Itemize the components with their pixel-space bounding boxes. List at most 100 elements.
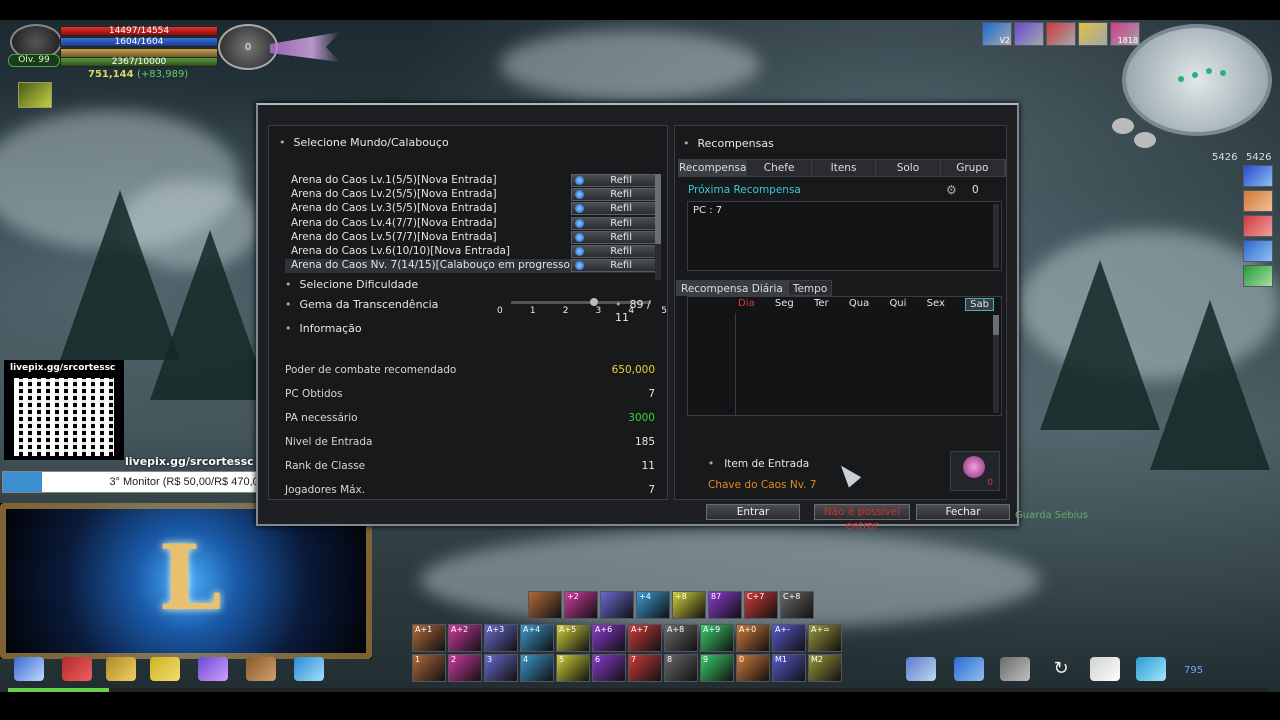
day-ter[interactable]: Ter [814, 298, 829, 311]
day-sab[interactable]: Sab [965, 298, 994, 311]
handshake-icon[interactable] [1000, 657, 1030, 681]
cannot-enter-button[interactable]: Não é possível entrar [814, 504, 910, 532]
skill-slot[interactable]: +8 [672, 591, 706, 619]
days-scroll-thumb[interactable] [993, 315, 999, 335]
skill-slot[interactable]: A+9 [700, 624, 734, 652]
skill-slot[interactable]: C+7 [744, 591, 778, 619]
skill-slot[interactable]: +2 [564, 591, 598, 619]
day-seg[interactable]: Seg [775, 298, 794, 311]
skill-slot[interactable]: A+2 [448, 624, 482, 652]
skill-slot[interactable]: A+5 [556, 624, 590, 652]
chaos-key-icon[interactable]: 0 [950, 451, 1000, 491]
enter-button[interactable]: Entrar [706, 504, 800, 520]
gift-icon[interactable] [1243, 215, 1273, 237]
skill-slot[interactable]: +4 [636, 591, 670, 619]
refil-button[interactable]: Refil [571, 174, 657, 187]
entry-item-title: Item de Entrada [708, 458, 809, 470]
chat-bubble-icon[interactable] [1112, 118, 1134, 134]
refil-orb-icon [575, 204, 584, 214]
book-icon[interactable] [954, 657, 984, 681]
world-name: Arena do Caos Lv.5(7/7)[Nova Entrada] [291, 230, 497, 243]
orb-icon[interactable] [1243, 190, 1273, 212]
world-list-scrollbar[interactable] [655, 174, 661, 280]
info-label: PC Obtidos [285, 388, 343, 400]
gear-icon[interactable]: ⚙ [946, 183, 957, 197]
difficulty-slider-knob[interactable] [590, 298, 599, 306]
tab-solo[interactable]: Solo [876, 160, 941, 176]
skill-slot[interactable]: 87 [708, 591, 742, 619]
daily-tab[interactable]: Recompensa Diária [676, 280, 788, 296]
world-row[interactable]: Arena do Caos Lv.2(5/5)[Nova Entrada] Ref… [285, 188, 661, 202]
skill-slot[interactable]: A+7 [628, 624, 662, 652]
info-label: Nivel de Entrada [285, 436, 373, 448]
gem-icon[interactable] [1136, 657, 1166, 681]
world-name: Arena do Caos Lv.6(10/10)[Nova Entrada] [291, 245, 511, 257]
horn-icon[interactable] [906, 657, 936, 681]
buff-icon-1[interactable]: V2 [982, 22, 1012, 46]
refil-button[interactable]: Refil [571, 259, 657, 273]
skill-slot[interactable]: C+8 [780, 591, 814, 619]
hand-icon[interactable] [1243, 165, 1273, 187]
skill-slot[interactable]: A+1 [412, 624, 446, 652]
web-icon[interactable] [150, 657, 180, 681]
days-scrollbar[interactable] [993, 315, 999, 413]
day-sex[interactable]: Sex [927, 298, 945, 311]
world-row[interactable]: Arena do Caos Lv.5(7/7)[Nova Entrada] Ref… [285, 230, 661, 245]
reward-tabs: Recompensa Chefe Itens Solo Grupo [678, 159, 1006, 177]
skill-slot[interactable]: A+3 [484, 624, 518, 652]
refil-button[interactable]: Refil [571, 188, 657, 202]
day-dia[interactable]: Dia [738, 298, 755, 311]
refil-button[interactable]: Refil [571, 245, 657, 258]
skill-slot[interactable]: A+- [772, 624, 806, 652]
world-row[interactable]: Arena do Caos Lv.6(10/10)[Nova Entrada] R… [285, 245, 661, 259]
tab-chefe[interactable]: Chefe [747, 160, 812, 176]
world-row[interactable]: Arena do Caos Lv.3(5/5)[Nova Entrada] Ref… [285, 202, 661, 216]
buff-icon-2[interactable] [1014, 22, 1044, 46]
tab-recompensa[interactable]: Recompensa [679, 160, 748, 176]
buff-icon-5[interactable]: 1818 [1110, 22, 1140, 46]
active-buff-icon[interactable] [18, 82, 52, 108]
refresh-icon[interactable]: ↻ [1046, 657, 1076, 681]
pc-box-scrollbar[interactable] [993, 204, 999, 268]
daily-tab[interactable]: Tempo [787, 280, 833, 296]
flag-icon[interactable] [62, 657, 92, 681]
refil-button[interactable]: Refil [571, 202, 657, 216]
world-row[interactable]: Arena do Caos Nv. 7(14/15)[Calabouço em … [285, 259, 661, 274]
skill-slot[interactable]: A+= [808, 624, 842, 652]
wings-menu-icon[interactable] [14, 657, 44, 681]
pet-icon[interactable] [1243, 265, 1273, 287]
world-row[interactable]: Arena do Caos Lv.1(5/5)[Nova Entrada] Ref… [285, 174, 661, 188]
refil-button[interactable]: Refil [571, 230, 657, 244]
gift-box-icon[interactable] [198, 657, 228, 681]
bag-icon[interactable] [246, 657, 276, 681]
rewards-title: Recompensas [683, 137, 774, 150]
day-qua[interactable]: Qua [849, 298, 869, 311]
skill-key: A+4 [523, 625, 541, 634]
buff-icon-4[interactable] [1078, 22, 1108, 46]
skill-icon[interactable] [1243, 240, 1273, 262]
minimap[interactable] [1122, 24, 1272, 136]
skill-slot[interactable] [600, 591, 634, 619]
world-row[interactable]: Arena do Caos Lv.4(7/7)[Nova Entrada] Ref… [285, 216, 661, 231]
tab-itens[interactable]: Itens [812, 160, 877, 176]
skill-slot[interactable]: A+8 [664, 624, 698, 652]
lamp-icon[interactable] [106, 657, 136, 681]
refil-button[interactable]: Refil [571, 216, 657, 230]
close-button[interactable]: Fechar [916, 504, 1010, 520]
cube-icon[interactable] [294, 657, 324, 681]
skill-slot[interactable]: A+6 [592, 624, 626, 652]
tab-grupo[interactable]: Grupo [941, 160, 1006, 176]
skill-key: A+1 [415, 625, 433, 634]
buff-icon-3[interactable] [1046, 22, 1076, 46]
letter-icon[interactable] [1090, 657, 1120, 681]
aura-disc[interactable]: 0 [218, 24, 278, 70]
info-row: Rank de Classe 11 [285, 460, 655, 474]
skill-slot[interactable]: A+4 [520, 624, 554, 652]
scroll-thumb[interactable] [655, 174, 661, 244]
day-qui[interactable]: Qui [889, 298, 906, 311]
difficulty-tick: 3 [595, 306, 602, 316]
days-row-label [688, 313, 736, 415]
mail-bubble-icon[interactable] [1134, 132, 1156, 148]
skill-slot[interactable]: A+0 [736, 624, 770, 652]
skill-slot[interactable] [528, 591, 562, 619]
